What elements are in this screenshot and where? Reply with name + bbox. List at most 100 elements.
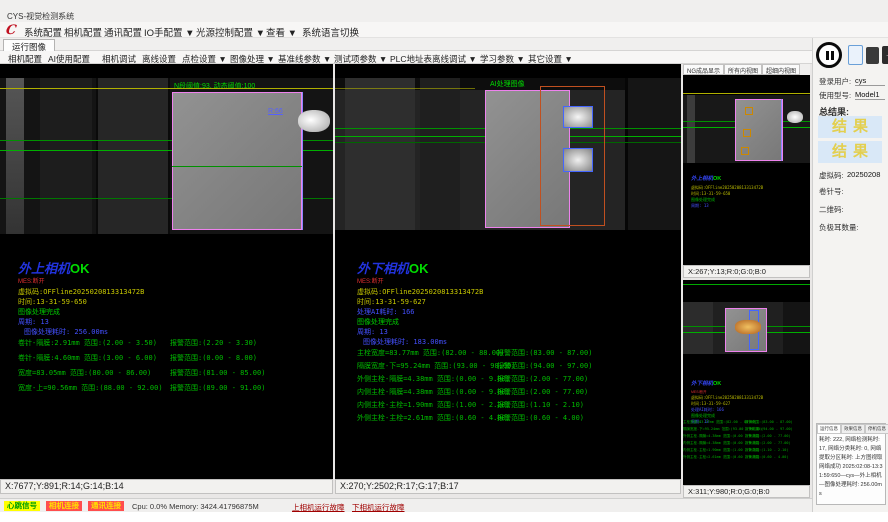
measure-value: 卷针-隔膜:2.91mm 范围:(2.00 - 3.50) — [18, 339, 157, 347]
app-window: CYS-视觉检测系统 C 系统配置 相机配置 通讯配置 IO手配置 ▼ 光源控制… — [0, 0, 888, 522]
ai-overlay-text: AI处理图像 — [490, 79, 525, 89]
measure-value: 外侧主栓-主栓=2.61mm 范围:(0.60 - 4.00) — [357, 414, 510, 422]
menu-view[interactable]: 查看 ▼ — [266, 25, 297, 39]
gripper-blob — [298, 110, 330, 132]
camera-conn-badge: 相机连接 — [46, 501, 82, 511]
user-login-button[interactable] — [848, 45, 863, 65]
cpu-memory-text: Cpu: 0.0% Memory: 3424.41796875M — [132, 502, 259, 511]
small-image-2 — [683, 302, 810, 354]
right-control-panel: → 登录用户: cys 使用型号: Model1 总结果: 结果 结果 虚拟码:… — [812, 38, 888, 512]
heartbeat-badge: 心跳信号 — [4, 501, 40, 511]
exit-icon: → — [885, 49, 888, 60]
measure-row: 卷针-隔膜:4.60mm 范围:(3.00 - 6.00) 报警范围:(0.00… — [18, 353, 333, 363]
measure-row: 外侧主栓-隔膜=4.38mm 范围:(0.00 - 9.00) 报警范围:(2.… — [357, 374, 677, 384]
result-ok-label: OK — [70, 261, 90, 276]
small-camera-view-2[interactable]: 外下相机OK MES:断开 虚拟码:OFFline202502081331347… — [683, 280, 810, 485]
small-result-2: 外下相机OK MES:断开 虚拟码:OFFline202502081331347… — [691, 372, 763, 425]
upper-camera-error: 上相机运行故障 — [292, 502, 345, 513]
model-label: 使用型号: — [819, 90, 851, 101]
measure-row: 外侧主栓-主栓=2.61mm 范围:(0.60 - 4.00) 报警范围:(0.… — [357, 413, 677, 423]
measure-value: 宽度-上=90.56mm 范围:(88.00 - 92.00) — [18, 384, 163, 392]
measure-value: 隔膜宽度-下=95.24mm 范围:(93.00 - 98.00) — [357, 362, 516, 370]
menu-comm-config[interactable]: 通讯配置 — [104, 25, 142, 39]
camera-name-label: 外下相机 — [691, 381, 713, 387]
cursor-coords-small-2: X:311;Y:980;R:0;G:0;B:0 — [683, 485, 810, 498]
virtual-code: 虚拟码:OFFline2025020813313472B — [18, 287, 144, 297]
capture-time: 时间:13-31-59-650 — [18, 297, 144, 307]
small-camera-view-1[interactable]: 外上相机OK 虚拟码:OFFline2025020813313472B 时间:1… — [683, 75, 810, 265]
result-ok-label: OK — [713, 381, 721, 387]
vcode-value: 20250208 — [847, 170, 880, 179]
comm-conn-badge: 通讯连接 — [88, 501, 124, 511]
menu-system-config[interactable]: 系统配置 — [24, 25, 62, 39]
alarm-range: 报警范围:(0.60 - 4.00) — [745, 455, 789, 460]
alarm-range: 报警范围:(83.00 - 87.00) — [497, 348, 592, 358]
camera-name-label: 外下相机 — [357, 262, 409, 277]
window-titlebar: CYS-视觉检测系统 — [0, 0, 888, 22]
login-user-label: 登录用户: — [819, 76, 851, 87]
menu-light-config[interactable]: 光源控制配置 ▼ — [196, 25, 265, 39]
app-logo-icon: C — [5, 23, 17, 38]
small-image-1 — [683, 95, 810, 163]
result-block-lower: 外下相机OK MES:断开 虚拟码:OFFline202502081331347… — [357, 258, 483, 347]
ai-elapsed: 处理AI耗时: 166 — [357, 307, 483, 317]
tab-ng-display[interactable]: NG成品显示 — [683, 64, 724, 75]
pause-button[interactable] — [816, 42, 842, 68]
tab-run-info[interactable]: 运行信息 — [817, 424, 841, 434]
camera-view-lower[interactable]: AI处理图像 外下相机OK MES:断开 虚拟码:OFFline20250208… — [335, 64, 681, 479]
run-info-text: 耗时: 222, 网络检测耗时: 17, 网络分类耗时: 0, 网络提取分区耗时… — [817, 434, 885, 501]
result-ok-label: OK — [409, 261, 429, 276]
window-title: CYS-视觉检测系统 — [7, 11, 74, 22]
measure-row: 宽度=83.05mm 范围:(80.00 - 86.00) 报警范围:(81.0… — [18, 368, 333, 378]
alarm-range: 报警范围:(1.10 - 2.10) — [745, 448, 789, 453]
measure-row: 主栓宽度=83.77mm 范围:(82.00 - 88.00) 报警范围:(83… — [357, 348, 677, 358]
menu-language-switch[interactable]: 系统语言切换 — [302, 25, 359, 39]
exit-button[interactable]: → — [882, 46, 888, 64]
alarm-range: 报警范围:(2.00 - 77.00) — [497, 374, 588, 384]
alarm-range: 报警范围:(0.60 - 4.00) — [497, 413, 584, 423]
toolbar: 相机配置 AI使用配置 相机调试 离线设置 点检设置 ▼ 图像处理 ▼ 基准线参… — [0, 51, 888, 64]
qr-label: 二维码: — [819, 204, 844, 215]
camera-view-upper[interactable]: N段阈值:93, 动态阈值:100 R:66 外上相机OK MES:断开 虚拟码… — [0, 64, 333, 479]
camera-image-lower: AI处理图像 — [335, 78, 681, 230]
alarm-range: 报警范围:(2.00 - 77.00) — [745, 441, 791, 446]
measure-value: 内侧主栓-隔膜=4.38mm 范围:(0.00 - 9.00) — [357, 388, 510, 396]
measure-value: 宽度=83.05mm 范围:(80.00 - 86.00) — [18, 369, 151, 377]
needle-label: 卷针号: — [819, 186, 844, 197]
menu-bar: C 系统配置 相机配置 通讯配置 IO手配置 ▼ 光源控制配置 ▼ 查看 ▼ 系… — [0, 22, 888, 38]
anode-count-label: 负极耳数量: — [819, 222, 859, 233]
cycle-count: 周期: 13 — [18, 317, 144, 327]
process-elapsed: 图像处理耗时: 183.00ms — [363, 337, 483, 347]
menu-camera-config[interactable]: 相机配置 — [64, 25, 102, 39]
mes-status: MES:断开 — [18, 278, 144, 287]
menu-io-config[interactable]: IO手配置 ▼ — [144, 25, 195, 39]
user-switch-button[interactable] — [866, 47, 879, 64]
blue-overlay-text: R:66 — [268, 108, 283, 115]
cursor-coords-upper: X:7677;Y:891;R:14;G:14;B:14 — [0, 479, 333, 494]
result-badge-upper: 结果 — [818, 116, 882, 138]
small-result-1: 外上相机OK 虚拟码:OFFline2025020813313472B 时间:1… — [691, 167, 763, 209]
lower-camera-error: 下相机运行故障 — [352, 502, 405, 513]
alarm-range: 报警范围:(2.00 - 77.00) — [745, 434, 791, 439]
login-user-value[interactable]: cys — [855, 76, 885, 86]
camera-name-label: 外上相机 — [691, 176, 713, 182]
tab-detail-view[interactable]: 超细内视图 — [762, 64, 800, 75]
measure-row: 宽度-上=90.56mm 范围:(88.00 - 92.00) 报警范围:(89… — [18, 383, 333, 393]
tab-run-image[interactable]: 运行图像 — [3, 39, 55, 51]
alarm-range: 报警范围:(2.20 - 3.30) — [170, 338, 257, 348]
camera-image-upper: N段阈值:93, 动态阈值:100 R:66 — [0, 78, 333, 234]
model-value[interactable]: Model1 — [855, 90, 885, 100]
tab-effect-info[interactable]: 效果信息 — [841, 424, 865, 434]
process-elapsed: 图像处理耗时: 256.00ms — [24, 327, 144, 337]
alarm-range: 报警范围:(94.00 - 97.00) — [497, 361, 592, 371]
tab-stop-info[interactable]: 停机信息 — [865, 424, 888, 434]
process-status: 图像处理完成 — [18, 307, 144, 317]
capture-time: 时间:13-31-59-627 — [357, 297, 483, 307]
cursor-coords-small-1: X:267;Y:13;R:0;G:0;B:0 — [683, 265, 810, 278]
measure-value: 内侧主栓-主栓=1.90mm 范围:(1.00 - 2.20) — [357, 401, 510, 409]
vcode-label: 虚拟码: — [819, 170, 844, 181]
cycle-count: 周期: 13 — [691, 203, 763, 209]
tab-all-views[interactable]: 所有内视图 — [724, 64, 762, 75]
alarm-range: 报警范围:(81.00 - 85.00) — [170, 368, 265, 378]
measure-row: 卷针-隔膜:2.91mm 范围:(2.00 - 3.50) 报警范围:(2.20… — [18, 338, 333, 348]
